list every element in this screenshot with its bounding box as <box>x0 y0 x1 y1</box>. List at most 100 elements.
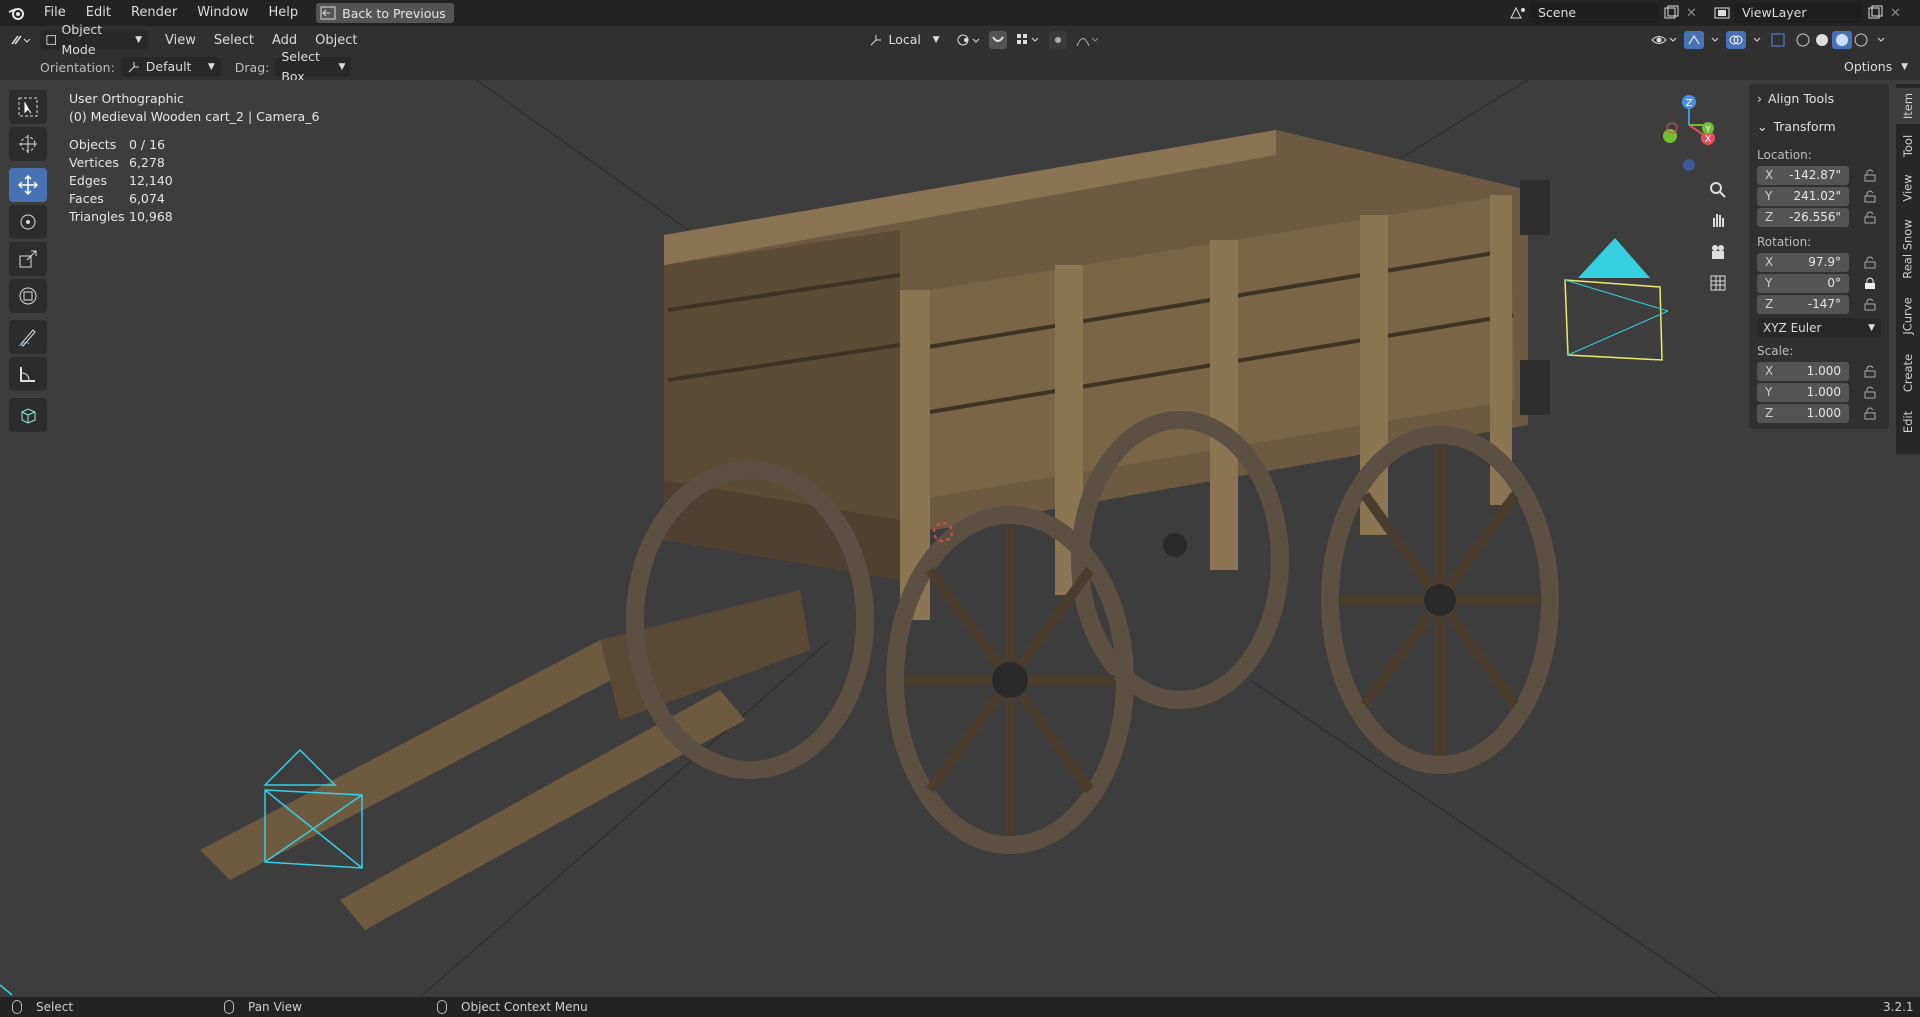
menu-render[interactable]: Render <box>121 0 187 26</box>
pan-hand-icon[interactable] <box>1706 208 1730 232</box>
location-x-row: X -142.87" <box>1757 165 1889 185</box>
tab-item[interactable]: Item <box>1896 88 1920 124</box>
orientation-dropdown[interactable]: Default ▼ <box>120 57 221 77</box>
unlock-icon[interactable] <box>1863 406 1877 420</box>
measure-tool[interactable] <box>9 357 47 391</box>
snap-target-icon[interactable] <box>1015 31 1041 49</box>
visibility-icon[interactable] <box>1650 31 1678 49</box>
scale-y-field[interactable]: Y 1.000 <box>1757 382 1849 402</box>
unlock-icon[interactable] <box>1863 189 1877 203</box>
select-box-tool[interactable] <box>9 90 47 124</box>
transform-section[interactable]: ⌄ Transform <box>1749 112 1889 140</box>
axis-label: Y <box>1765 385 1773 399</box>
stat-label: Objects <box>69 137 117 152</box>
scale-z-field[interactable]: Z 1.000 <box>1757 403 1849 423</box>
menu-help[interactable]: Help <box>259 0 309 26</box>
stat-value: 6,074 <box>129 191 165 206</box>
viewlayer-name-field[interactable]: ViewLayer <box>1734 3 1862 23</box>
unlock-icon[interactable] <box>1863 364 1877 378</box>
scale-x-field[interactable]: X 1.000 <box>1757 361 1849 381</box>
status-pan-view: Pan View <box>224 997 302 1017</box>
scene-name-field[interactable]: Scene <box>1530 3 1658 23</box>
zoom-icon[interactable] <box>1706 178 1730 202</box>
transform-tool[interactable] <box>9 279 47 313</box>
rotate-tool[interactable] <box>9 205 47 239</box>
rotation-x-field[interactable]: X 97.9° <box>1757 252 1849 272</box>
blender-logo-icon[interactable] <box>0 0 34 26</box>
overlays-icon[interactable] <box>1726 31 1746 49</box>
shading-modes-icon[interactable] <box>1794 31 1870 49</box>
xray-icon[interactable] <box>1768 31 1788 49</box>
close-viewlayer-icon[interactable]: ✕ <box>1890 6 1901 21</box>
chevron-down-icon[interactable] <box>1752 31 1762 49</box>
copy-scene-icon[interactable] <box>1662 5 1680 21</box>
rotation-mode-dropdown[interactable]: XYZ Euler ▼ <box>1757 318 1881 338</box>
tab-label: JCurve <box>1901 297 1916 335</box>
navigation-gizmo[interactable]: Z X Y <box>1656 90 1722 180</box>
falloff-icon[interactable] <box>1075 31 1101 49</box>
gizmo-x-label: X <box>1705 134 1712 145</box>
status-context-menu: Object Context Menu <box>437 997 588 1017</box>
lock-icon[interactable] <box>1863 276 1877 290</box>
tab-tool[interactable]: Tool <box>1896 128 1920 164</box>
chevron-down-icon: ▼ <box>1901 62 1908 72</box>
gizmo-z-label: Z <box>1686 98 1693 109</box>
align-tools-section[interactable]: › Align Tools <box>1749 84 1889 112</box>
gizmo-toggle-icon[interactable] <box>1684 31 1704 49</box>
location-x-field[interactable]: X -142.87" <box>1757 165 1849 185</box>
tab-real-snow[interactable]: Real Snow <box>1896 214 1920 284</box>
drag-dropdown[interactable]: Select Box ▼ <box>275 49 352 84</box>
copy-viewlayer-icon[interactable] <box>1866 5 1884 21</box>
menu-select[interactable]: Select <box>205 33 263 48</box>
unlock-icon[interactable] <box>1863 297 1877 311</box>
field-value: 1.000 <box>1806 406 1841 420</box>
field-value: 1.000 <box>1806 385 1841 399</box>
menu-window[interactable]: Window <box>187 0 258 26</box>
unlock-icon[interactable] <box>1863 210 1877 224</box>
tab-jcurve[interactable]: JCurve <box>1896 290 1920 342</box>
menu-add[interactable]: Add <box>263 33 306 48</box>
viewport-header: Object Mode ▼ View Select Add Object Loc… <box>0 22 1920 84</box>
proportional-editing-icon[interactable] <box>1049 31 1068 49</box>
mode-dropdown[interactable]: Object Mode ▼ <box>40 22 148 57</box>
tab-edit[interactable]: Edit <box>1896 404 1920 440</box>
pivot-point-icon[interactable] <box>955 31 981 49</box>
menu-view[interactable]: View <box>156 33 205 48</box>
unlock-icon[interactable] <box>1863 168 1877 182</box>
camera-view-icon[interactable] <box>1706 240 1730 264</box>
chevron-down-icon[interactable] <box>1876 31 1886 49</box>
stat-value: 12,140 <box>129 173 173 188</box>
annotate-tool[interactable] <box>9 320 47 354</box>
view-name: User Orthographic <box>69 91 184 106</box>
snap-icon[interactable] <box>989 31 1008 49</box>
tool-shelf <box>9 90 51 435</box>
scale-tool[interactable] <box>9 242 47 276</box>
options-dropdown[interactable]: Options ▼ <box>1838 57 1914 77</box>
cursor-tool[interactable] <box>9 127 47 161</box>
menu-object[interactable]: Object <box>306 33 366 48</box>
add-cube-tool[interactable] <box>9 398 47 432</box>
location-y-field[interactable]: Y 241.02" <box>1757 186 1849 206</box>
chevron-down-icon[interactable] <box>1710 31 1720 49</box>
perspective-toggle-icon[interactable] <box>1706 271 1730 295</box>
unlock-icon[interactable] <box>1863 385 1877 399</box>
location-z-field[interactable]: Z -26.556" <box>1757 207 1849 227</box>
scene-selector[interactable]: Scene ✕ <box>1508 3 1697 23</box>
unlock-icon[interactable] <box>1863 255 1877 269</box>
axis-label: Z <box>1765 297 1774 311</box>
close-scene-icon[interactable]: ✕ <box>1686 6 1697 21</box>
move-tool[interactable] <box>9 168 47 202</box>
transform-orientation-dropdown[interactable]: Local ▼ <box>863 30 945 50</box>
tab-view[interactable]: View <box>1896 168 1920 208</box>
viewlayer-selector[interactable]: ViewLayer ✕ <box>1712 3 1901 23</box>
rotation-z-field[interactable]: Z -147° <box>1757 294 1849 314</box>
tab-create[interactable]: Create <box>1896 348 1920 398</box>
location-z-row: Z -26.556" <box>1757 207 1889 227</box>
active-object-info: (0) Medieval Wooden cart_2 | Camera_6 <box>69 109 320 124</box>
axis-label: X <box>1765 168 1774 182</box>
rotation-y-field[interactable]: Y 0° <box>1757 273 1849 293</box>
field-value: 0° <box>1827 276 1841 290</box>
chevron-down-icon: ▼ <box>338 62 346 72</box>
editor-type-icon[interactable] <box>0 32 40 48</box>
back-to-previous-button[interactable]: Back to Previous <box>316 3 454 23</box>
